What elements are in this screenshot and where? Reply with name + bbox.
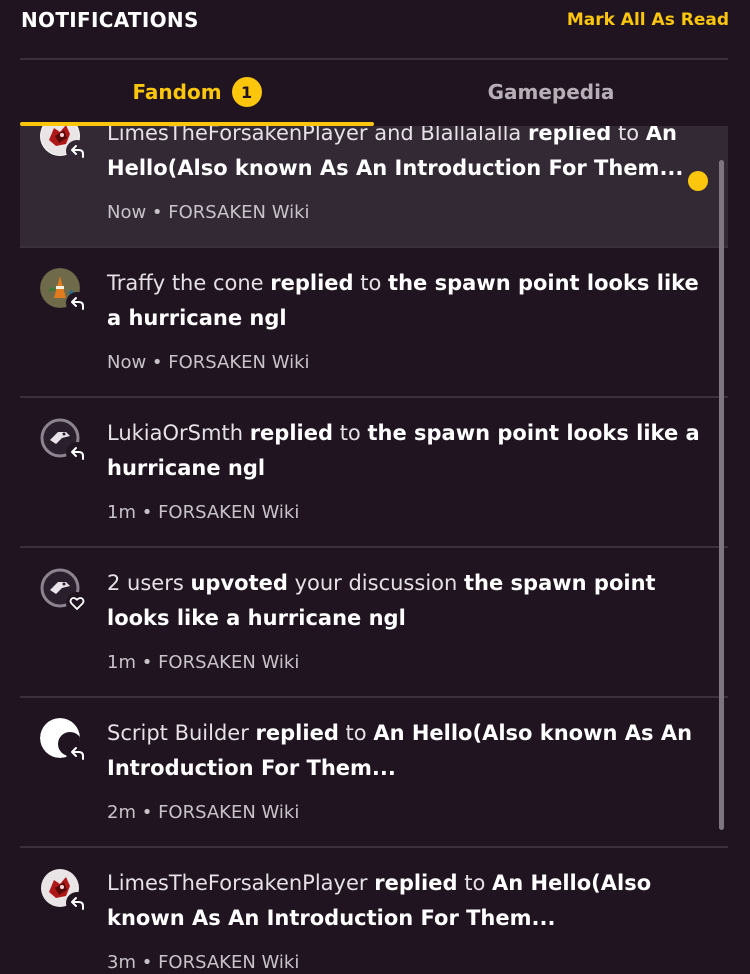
notification-time: 1m — [107, 652, 136, 673]
reply-icon — [66, 292, 88, 314]
notification-action: upvoted — [190, 571, 288, 595]
notification-action: replied — [249, 421, 333, 445]
notification-meta: 1m • FORSAKEN Wiki — [107, 652, 300, 673]
notification-connector: to — [464, 871, 486, 895]
notification-text: LimesTheForsakenPlayer and Blallalalla r… — [107, 126, 707, 186]
notification-list[interactable]: LimesTheForsakenPlayer and Blallalalla r… — [20, 126, 728, 974]
notification-time: Now — [107, 352, 147, 373]
notification-connector: to — [360, 271, 382, 295]
notification-item[interactable]: 2 users upvoted your discussion the spaw… — [20, 548, 728, 698]
notification-item[interactable]: LukiaOrSmth replied to the spawn point l… — [20, 398, 728, 548]
notification-meta: 2m • FORSAKEN Wiki — [107, 802, 300, 823]
avatar — [40, 568, 88, 614]
notification-text: 2 users upvoted your discussion the spaw… — [107, 566, 707, 636]
notification-connector: to — [339, 421, 361, 445]
tab-gamepedia[interactable]: Gamepedia — [374, 60, 728, 124]
notification-connector: your discussion — [294, 571, 458, 595]
heart-icon — [66, 592, 88, 614]
notification-text: LukiaOrSmth replied to the spawn point l… — [107, 416, 707, 486]
tab-fandom[interactable]: Fandom 1 — [20, 60, 374, 124]
notification-time: 2m — [107, 802, 136, 823]
notification-item[interactable]: Traffy the cone replied to the spawn poi… — [20, 248, 728, 398]
avatar — [40, 718, 88, 764]
notification-actor: LukiaOrSmth — [107, 421, 243, 445]
avatar — [40, 418, 88, 464]
notification-actor: 2 users — [107, 571, 184, 595]
notification-item[interactable]: LimesTheForsakenPlayer replied to An Hel… — [20, 848, 728, 974]
unread-count-badge: 1 — [231, 77, 262, 107]
notification-time: 3m — [107, 952, 136, 973]
notification-text: Traffy the cone replied to the spawn poi… — [107, 266, 707, 336]
notification-wiki: FORSAKEN Wiki — [158, 502, 300, 523]
scrollbar[interactable] — [719, 160, 724, 830]
notification-meta: Now • FORSAKEN Wiki — [107, 202, 310, 223]
notification-wiki: FORSAKEN Wiki — [158, 952, 300, 973]
notification-item[interactable]: Script Builder replied to An Hello(Also … — [20, 698, 728, 848]
notification-action: replied — [270, 271, 354, 295]
reply-icon — [66, 140, 88, 162]
notification-meta: 3m • FORSAKEN Wiki — [107, 952, 300, 973]
notification-connector: to — [345, 721, 367, 745]
tab-fandom-label: Fandom — [132, 80, 222, 104]
notification-wiki: FORSAKEN Wiki — [168, 352, 310, 373]
reply-icon — [66, 742, 88, 764]
page-title: NOTIFICATIONS — [21, 8, 199, 32]
notification-action: replied — [374, 871, 458, 895]
notification-actor: LimesTheForsakenPlayer and Blallalalla — [107, 126, 522, 145]
notification-wiki: FORSAKEN Wiki — [168, 202, 310, 223]
notification-time: Now — [107, 202, 147, 223]
notification-wiki: FORSAKEN Wiki — [158, 802, 300, 823]
notification-actor: LimesTheForsakenPlayer — [107, 871, 368, 895]
avatar — [40, 126, 88, 162]
notification-actor: Script Builder — [107, 721, 249, 745]
notifications-header: NOTIFICATIONS Mark All As Read — [0, 0, 750, 58]
mark-all-as-read-button[interactable]: Mark All As Read — [567, 10, 729, 30]
reply-icon — [66, 442, 88, 464]
avatar — [40, 868, 88, 914]
notification-wiki: FORSAKEN Wiki — [158, 652, 300, 673]
notification-meta: 1m • FORSAKEN Wiki — [107, 502, 300, 523]
reply-icon — [66, 892, 88, 914]
notification-action: replied — [255, 721, 339, 745]
notification-actor: Traffy the cone — [107, 271, 264, 295]
notification-text: Script Builder replied to An Hello(Also … — [107, 716, 707, 786]
notification-meta: Now • FORSAKEN Wiki — [107, 352, 310, 373]
unread-dot — [688, 171, 708, 191]
avatar — [40, 268, 88, 314]
notification-action: replied — [527, 126, 612, 145]
notification-tabs: Fandom 1 Gamepedia — [20, 60, 728, 126]
notification-time: 1m — [107, 502, 136, 523]
notification-text: LimesTheForsakenPlayer replied to An Hel… — [107, 866, 707, 936]
notification-item[interactable]: LimesTheForsakenPlayer and Blallalalla r… — [20, 126, 728, 248]
notification-connector: to — [617, 126, 640, 145]
tab-gamepedia-label: Gamepedia — [487, 80, 615, 104]
